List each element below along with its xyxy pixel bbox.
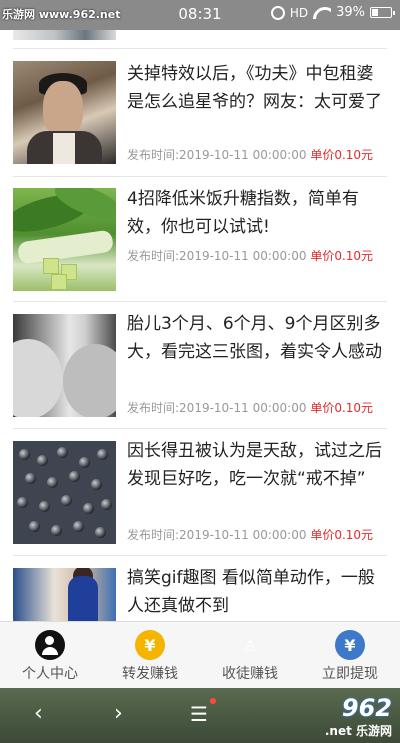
tab-withdraw[interactable]: ¥ 立即提现 bbox=[300, 622, 400, 688]
previous-article-partial[interactable] bbox=[0, 30, 400, 48]
price-label: 单价0.10元 bbox=[310, 249, 374, 263]
tab-label: 转发赚钱 bbox=[122, 666, 178, 682]
price-label: 单价0.10元 bbox=[310, 148, 374, 162]
tab-personal-center[interactable]: 个人中心 bbox=[0, 622, 100, 688]
publish-time: 发布时间:2019-10-11 00:00:00 bbox=[127, 148, 307, 162]
forward-button[interactable]: › bbox=[114, 702, 123, 726]
article-title: 胎儿3个月、6个月、9个月区别多大，看完这三张图，着实令人感动 bbox=[127, 314, 382, 362]
article-title: 关掉特效以后，《功夫》中包租婆是怎么追星爷的？网友：太可爱了 bbox=[127, 64, 382, 112]
article-meta: 发布时间:2019-10-11 00:00:00 单价0.10元 bbox=[127, 247, 389, 264]
status-icons: HD 39% bbox=[270, 5, 395, 20]
battery-percent: 39% bbox=[336, 5, 365, 20]
article-thumbnail bbox=[13, 568, 116, 621]
watermark-small: .net 乐游网 bbox=[324, 724, 392, 738]
tab-share-earn[interactable]: ¥ 转发赚钱 bbox=[100, 622, 200, 688]
navigation-bar: ‹ › ☰ 962 .net 乐游网 bbox=[0, 688, 400, 743]
status-bar: 乐游网 www.962.net 08:31 HD 39% bbox=[0, 0, 400, 30]
yuan-coin-icon: ¥ bbox=[135, 630, 165, 660]
article-meta: 发布时间:2019-10-11 00:00:00 单价0.10元 bbox=[127, 146, 389, 163]
article-item[interactable]: 4招降低米饭升糖指数，简单有效，你也可以试试! 发布时间:2019-10-11 … bbox=[0, 177, 400, 301]
article-item[interactable]: 因长得丑被认为是天敌，试过之后发现巨好吃，吃一次就“戒不掉” 发布时间:2019… bbox=[0, 429, 400, 553]
article-title: 搞笑gif趣图 看似简单动作，一般人还真做不到 bbox=[127, 568, 375, 616]
article-item[interactable]: 胎儿3个月、6个月、9个月区别多大，看完这三张图，着实令人感动 发布时间:201… bbox=[0, 302, 400, 426]
notification-dot bbox=[210, 698, 216, 704]
price-label: 单价0.10元 bbox=[310, 401, 374, 415]
article-title: 4招降低米饭升糖指数，简单有效，你也可以试试! bbox=[127, 189, 359, 237]
menu-button[interactable]: ☰ bbox=[190, 702, 208, 726]
divider bbox=[13, 48, 387, 49]
bottom-tab-bar: 个人中心 ¥ 转发赚钱 ♙ 收徒赚钱 ¥ 立即提现 bbox=[0, 621, 400, 688]
article-item[interactable]: 关掉特效以后，《功夫》中包租婆是怎么追星爷的？网友：太可爱了 发布时间:2019… bbox=[0, 52, 400, 176]
publish-time: 发布时间:2019-10-11 00:00:00 bbox=[127, 528, 307, 542]
tab-label: 立即提现 bbox=[322, 666, 378, 682]
article-meta: 发布时间:2019-10-11 00:00:00 单价0.10元 bbox=[127, 399, 389, 416]
article-title: 因长得丑被认为是天敌，试过之后发现巨好吃，吃一次就“戒不掉” bbox=[127, 441, 382, 489]
watermark-big: 962 bbox=[341, 694, 392, 722]
publish-time: 发布时间:2019-10-11 00:00:00 bbox=[127, 401, 307, 415]
article-thumbnail bbox=[13, 61, 116, 164]
wifi-icon bbox=[313, 7, 331, 19]
article-thumbnail bbox=[13, 188, 116, 291]
watermark-logo: 962 .net 乐游网 bbox=[325, 694, 392, 739]
article-item[interactable]: 搞笑gif趣图 看似简单动作，一般人还真做不到 bbox=[0, 556, 400, 621]
tab-recruit-earn[interactable]: ♙ 收徒赚钱 bbox=[200, 622, 300, 688]
tab-label: 收徒赚钱 bbox=[222, 666, 278, 682]
people-icon: ♙ bbox=[242, 635, 258, 655]
hd-icon: HD bbox=[289, 5, 309, 20]
price-label: 单价0.10元 bbox=[310, 528, 374, 542]
article-thumbnail bbox=[13, 30, 116, 40]
article-thumbnail bbox=[13, 441, 116, 544]
user-icon bbox=[35, 630, 65, 660]
alarm-icon bbox=[270, 5, 285, 20]
money-bag-icon: ¥ bbox=[335, 630, 365, 660]
publish-time: 发布时间:2019-10-11 00:00:00 bbox=[127, 249, 307, 263]
article-meta: 发布时间:2019-10-11 00:00:00 单价0.10元 bbox=[127, 526, 389, 543]
article-thumbnail bbox=[13, 314, 116, 417]
battery-icon bbox=[370, 7, 395, 18]
tab-label: 个人中心 bbox=[22, 666, 78, 682]
back-button[interactable]: ‹ bbox=[34, 702, 43, 726]
